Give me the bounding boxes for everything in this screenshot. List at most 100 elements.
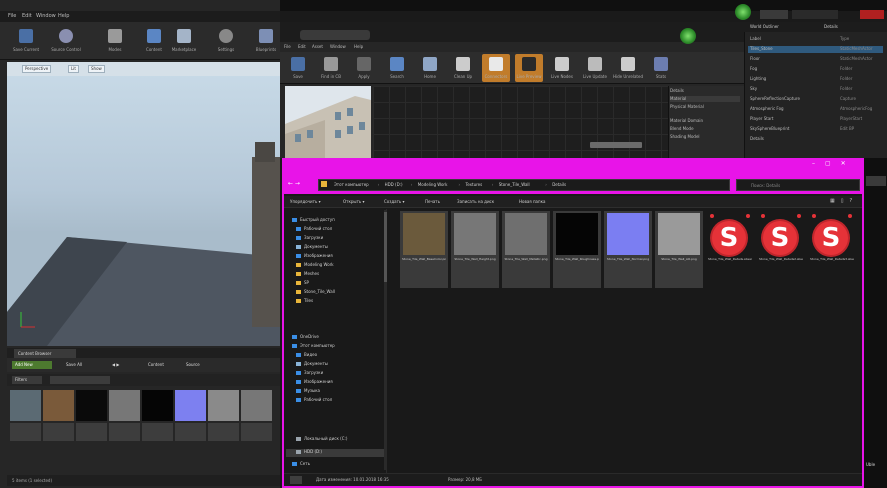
file-item[interactable]: Stone_Tile_Wall_Normal.png: [604, 211, 652, 288]
outliner-row[interactable]: SphereReflectionCapture Capture: [748, 96, 883, 103]
asset-tile[interactable]: [43, 390, 74, 442]
tree-item[interactable]: Быстрый доступ: [292, 217, 335, 224]
breadcrumb-segment[interactable]: Этот компьютер: [334, 182, 369, 187]
file-item[interactable]: Stone_Tile_Wall_Metallic.png: [502, 211, 550, 288]
outliner-row[interactable]: SkySphereBlueprint Edit BP: [748, 126, 883, 133]
mat-toolbar-button[interactable]: Save: [284, 54, 312, 82]
breadcrumb-segment[interactable]: Textures: [466, 182, 483, 187]
tab-b[interactable]: [792, 10, 838, 19]
command-item[interactable]: Записать на диск: [457, 199, 494, 204]
file-item[interactable]: Stone_Tile_Wall_Details2.sbsar: [757, 211, 805, 288]
tree-item[interactable]: HDD (D:): [296, 449, 322, 456]
level-viewport[interactable]: [7, 62, 280, 346]
asset-tile[interactable]: [142, 390, 173, 442]
asset-tile[interactable]: [175, 390, 206, 442]
view-mode-icons[interactable]: ▦▯?: [830, 198, 860, 206]
mat-menu-edit[interactable]: Edit: [298, 44, 306, 49]
tree-item[interactable]: Этот компьютер: [292, 343, 335, 350]
viewport-show-button[interactable]: Show: [88, 65, 105, 73]
command-item[interactable]: Упорядочить ▾: [290, 199, 321, 204]
mat-menu-asset[interactable]: Asset: [312, 44, 323, 49]
graph-node[interactable]: [590, 142, 642, 148]
details-search[interactable]: Material: [670, 96, 740, 102]
tree-item[interactable]: Modeling Work: [296, 262, 334, 269]
scrollbar-thumb[interactable]: [384, 212, 387, 282]
tree-item[interactable]: SP: [296, 280, 309, 287]
outliner-row[interactable]: Floor StaticMeshActor: [748, 56, 883, 63]
mat-toolbar-button[interactable]: Live Update: [581, 54, 609, 82]
tree-item[interactable]: Документы: [296, 361, 328, 368]
material-status-icon[interactable]: [680, 28, 696, 44]
mat-toolbar-button[interactable]: Live Nodes: [548, 54, 576, 82]
toolbar-modes-button[interactable]: Modes: [103, 26, 127, 56]
content-breadcrumb[interactable]: Content: [148, 362, 164, 367]
tree-item[interactable]: OneDrive: [292, 334, 319, 341]
mat-toolbar-button[interactable]: Apply: [350, 54, 378, 82]
tree-item[interactable]: Сеть: [292, 461, 310, 468]
material-search-input[interactable]: [300, 30, 370, 40]
tree-item[interactable]: Stone_Tile_Wall: [296, 289, 335, 296]
file-item[interactable]: Stone_Tile_Wall_Details.sbsar: [706, 211, 754, 288]
breadcrumb-segment[interactable]: Modeling Work: [418, 182, 448, 187]
window-controls[interactable]: –▢✕: [812, 160, 862, 172]
outliner-row[interactable]: Label Type: [748, 36, 883, 43]
asset-tile[interactable]: [241, 390, 272, 442]
tree-item[interactable]: Изображения: [296, 253, 333, 260]
asset-tile[interactable]: [76, 390, 107, 442]
side-mini-tab[interactable]: [866, 176, 886, 186]
mat-toolbar-button[interactable]: Hide Unrelated: [613, 54, 643, 82]
file-item[interactable]: Stone_Tile_Wall_Roughness.png: [553, 211, 601, 288]
add-new-button[interactable]: Add New: [12, 361, 52, 369]
toolbar-content-button[interactable]: Content: [142, 26, 166, 56]
outliner-row[interactable]: Atmospheric Fog AtmosphericFog: [748, 106, 883, 113]
tree-item[interactable]: Документы: [296, 244, 328, 251]
command-item[interactable]: Печать: [425, 199, 440, 204]
tree-item[interactable]: Рабочий стол: [296, 226, 332, 233]
outliner-row[interactable]: Sky Folder: [748, 86, 883, 93]
mat-toolbar-button[interactable]: Live Preview: [515, 54, 543, 82]
toolbar-save-button[interactable]: Save Current: [13, 26, 39, 56]
mat-menu-help[interactable]: Help: [354, 44, 363, 49]
menu-window[interactable]: Window: [36, 13, 56, 19]
close-window-button[interactable]: [860, 10, 884, 19]
menu-help[interactable]: Help: [58, 13, 69, 19]
viewport-lit-button[interactable]: Lit: [68, 65, 79, 73]
material-preview[interactable]: [285, 86, 371, 158]
mat-toolbar-button[interactable]: Clean Up: [449, 54, 477, 82]
outliner-row[interactable]: Lighting Folder: [748, 76, 883, 83]
outliner-row[interactable]: Fog Folder: [748, 66, 883, 73]
content-browser-tab[interactable]: Content Browser: [14, 349, 76, 358]
tree-item[interactable]: Загрузки: [296, 370, 323, 377]
mat-toolbar-button[interactable]: Stats: [647, 54, 675, 82]
mat-toolbar-button[interactable]: Connectors: [482, 54, 510, 82]
save-all-button[interactable]: Save All: [66, 362, 82, 367]
tab-world-outliner[interactable]: World Outliner: [750, 24, 779, 29]
file-item[interactable]: Stone_Tile_Wall_BaseColor.png: [400, 211, 448, 288]
menu-edit[interactable]: Edit: [22, 13, 32, 19]
source-breadcrumb[interactable]: Source: [186, 362, 200, 367]
tab-details[interactable]: Details: [824, 24, 838, 29]
toolbar-marketplace-button[interactable]: Marketplace: [172, 26, 196, 56]
command-item[interactable]: Новая папка: [519, 199, 546, 204]
toolbar-settings-button[interactable]: Settings: [214, 26, 238, 56]
back-arrow-icon[interactable]: ◀ ▶: [112, 362, 119, 367]
outliner-row[interactable]: Player Start PlayerStart: [748, 116, 883, 123]
explorer-search-input[interactable]: Поиск: Details: [736, 179, 860, 191]
asset-tile[interactable]: [109, 390, 140, 442]
mat-menu-file[interactable]: File: [284, 44, 291, 49]
tree-item[interactable]: Изображения: [296, 379, 333, 386]
tree-item[interactable]: Tiles: [296, 298, 313, 305]
outliner-row[interactable]: Details: [748, 136, 883, 143]
toolbar-blueprints-button[interactable]: Blueprints: [254, 26, 278, 56]
mat-menu-window[interactable]: Window: [330, 44, 346, 49]
tree-item[interactable]: Музыка: [296, 388, 320, 395]
breadcrumb-segment[interactable]: Stone_Tile_Wall: [499, 182, 530, 187]
toolbar-source-control-button[interactable]: Source Control: [51, 26, 81, 56]
tree-item[interactable]: Загрузки: [296, 235, 323, 242]
mat-toolbar-button[interactable]: Home: [416, 54, 444, 82]
tree-item[interactable]: Видео: [296, 352, 317, 359]
breadcrumb-segment[interactable]: HDD (D:): [385, 182, 403, 187]
mat-toolbar-button[interactable]: Search: [383, 54, 411, 82]
breadcrumb-segment[interactable]: Details: [552, 182, 566, 187]
nav-arrows[interactable]: ← →: [288, 180, 316, 190]
